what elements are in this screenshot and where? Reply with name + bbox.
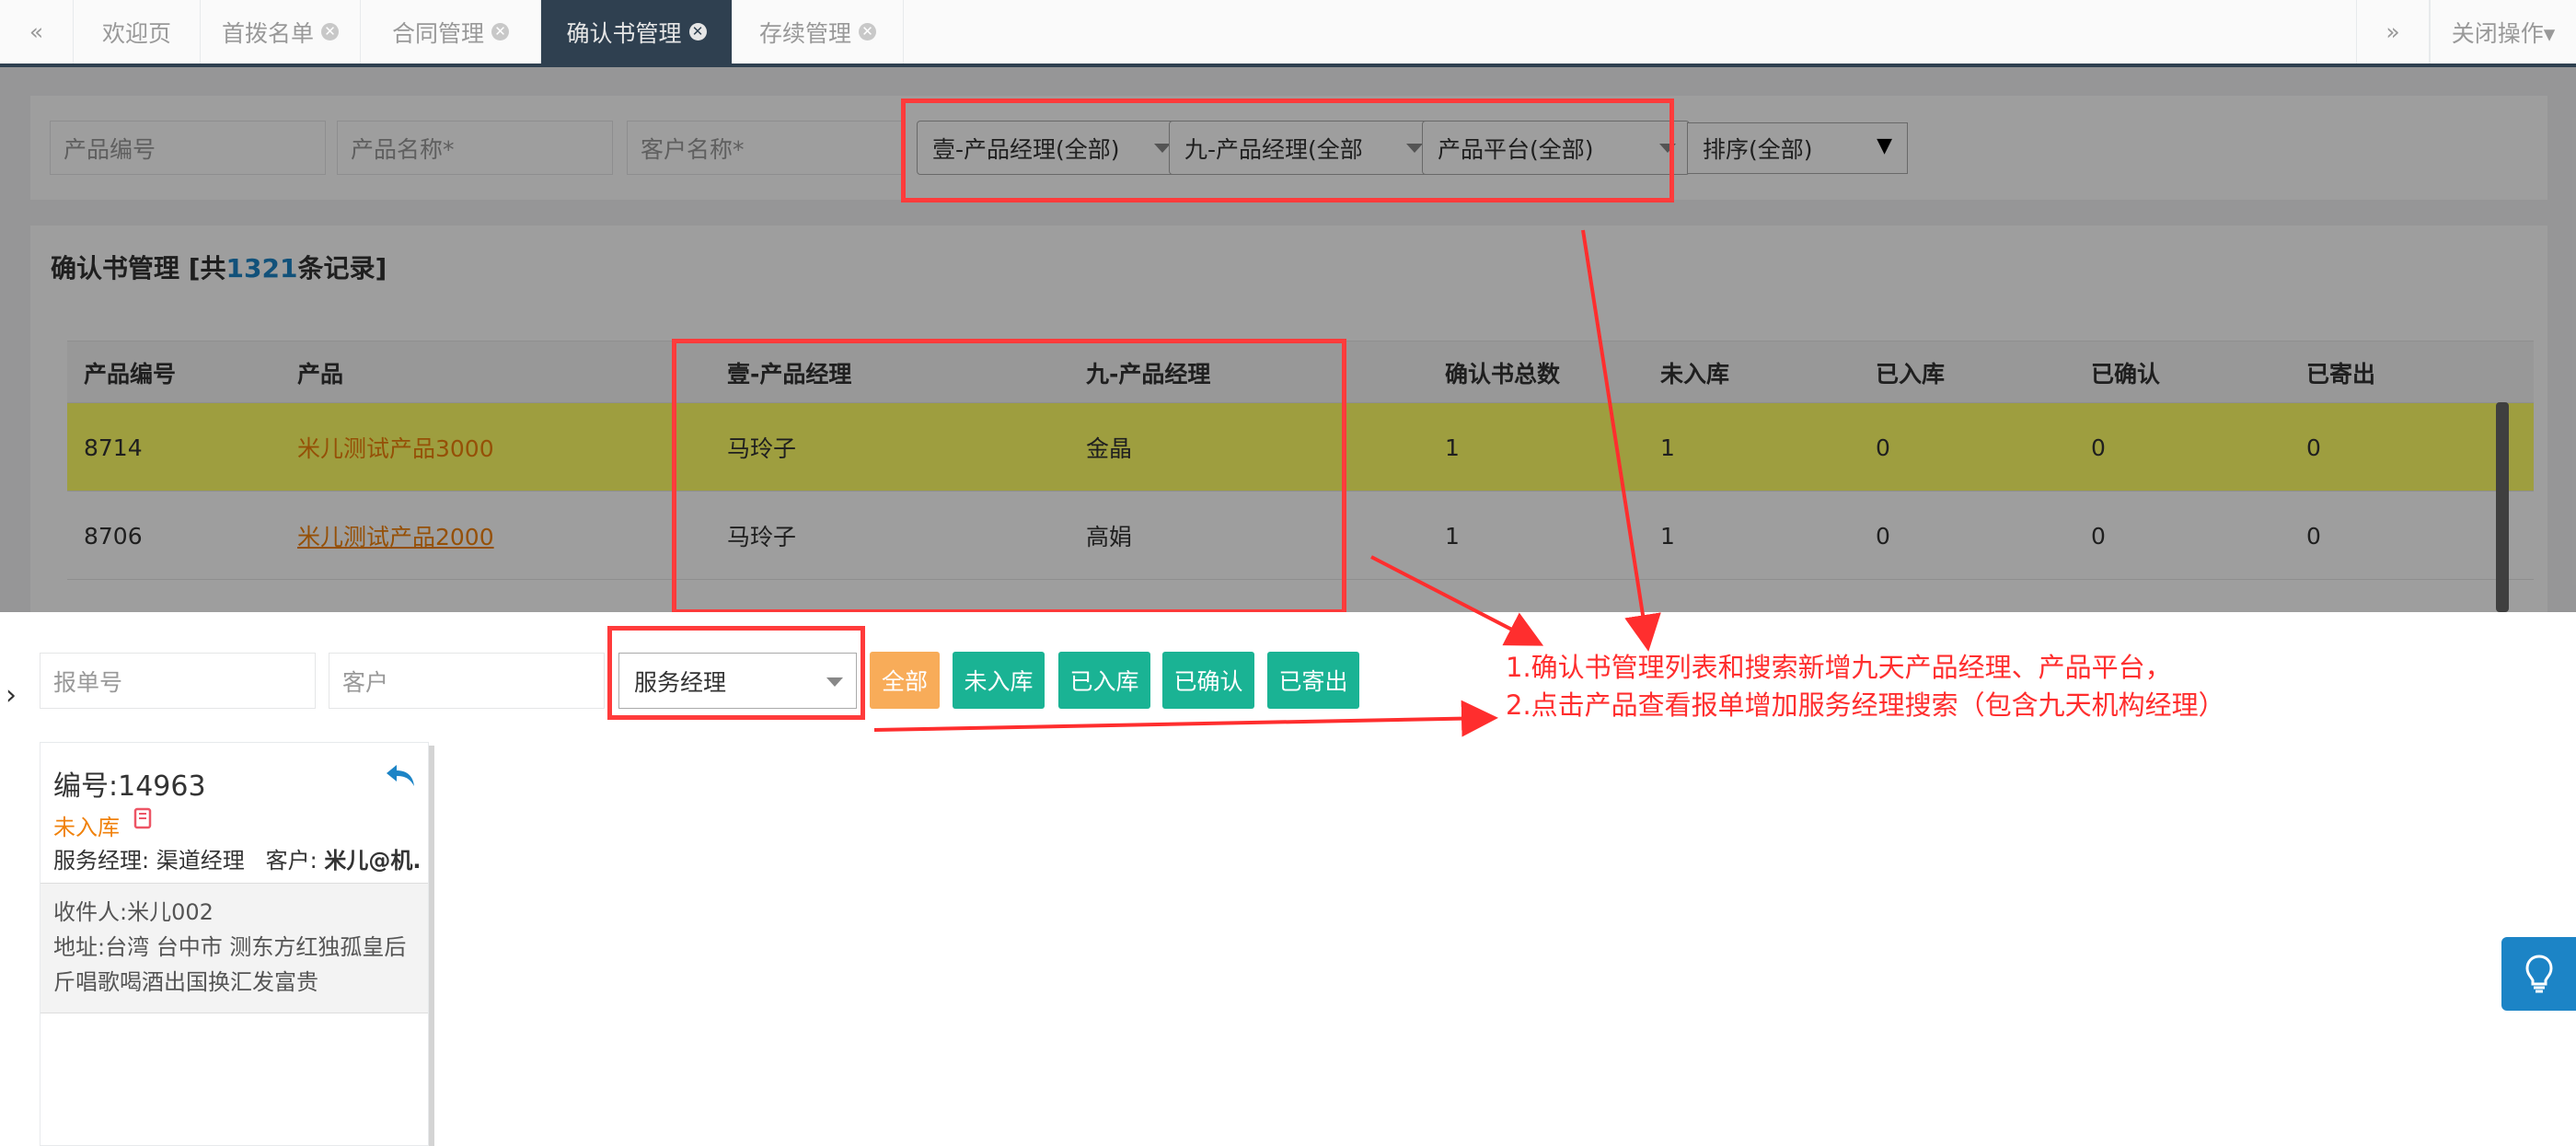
- table-row[interactable]: 8706 米儿测试产品2000 马玲子 高娟 1 1 0 0 0: [67, 492, 2534, 580]
- product-code-input[interactable]: 产品编号: [50, 121, 326, 175]
- service-manager-select[interactable]: 服务经理: [618, 653, 857, 709]
- tab-duration-management[interactable]: 存续管理 ✕: [733, 0, 904, 64]
- order-number: 编号:14963: [53, 770, 206, 803]
- table-scrollbar[interactable]: [2496, 402, 2509, 612]
- shipping-info: 收件人:米儿002 地址:台湾 台中市 测东方红独孤皇后斤唱歌喝酒出国换汇发富贵: [40, 883, 428, 1013]
- customer-input[interactable]: 客户: [329, 653, 605, 709]
- column-header[interactable]: 产品编号: [84, 341, 176, 404]
- close-icon[interactable]: ✕: [321, 23, 339, 41]
- tab-label: 首拨名单: [221, 19, 314, 47]
- tab-confirmation-management[interactable]: 确认书管理 ✕: [541, 0, 733, 64]
- column-header[interactable]: 壹-产品经理: [727, 341, 851, 404]
- order-number-input[interactable]: 报单号: [40, 653, 316, 709]
- cell-manager-jiu: 金晶: [1086, 435, 1133, 462]
- cell-product-code: 8714: [84, 434, 143, 461]
- panel-title: 确认书管理 [共1321条记录]: [51, 253, 387, 284]
- confirmation-panel: 确认书管理 [共1321条记录] 产品编号 产品 壹-产品经理 九-产品经理 确…: [30, 226, 2547, 612]
- close-icon[interactable]: ✕: [859, 23, 876, 41]
- product-name-input[interactable]: 产品名称*: [337, 121, 613, 175]
- sort-select[interactable]: 排序(全部) ▼: [1687, 122, 1908, 174]
- order-card[interactable]: 编号:14963 未入库 服务经理: 渠道经理 客户: 米儿@机.. 收件人:米…: [40, 742, 429, 1146]
- manager-yi-select[interactable]: 壹-产品经理(全部): [917, 121, 1184, 175]
- reply-arrow-icon[interactable]: [385, 761, 416, 798]
- cell-total: 1: [1445, 434, 1460, 461]
- cell-not-stored: 1: [1660, 434, 1675, 461]
- address: 地址:台湾 台中市 测东方红独孤皇后斤唱歌喝酒出国换汇发富贵: [53, 934, 407, 995]
- recipient: 收件人:米儿002: [53, 899, 214, 925]
- column-header[interactable]: 已寄出: [2306, 341, 2375, 404]
- cell-sent: 0: [2306, 434, 2321, 461]
- chevron-right-icon[interactable]: ›: [6, 679, 17, 712]
- filter-all-button[interactable]: 全部: [870, 652, 940, 709]
- record-count: 1321: [225, 253, 298, 284]
- tab-scroll-left-button[interactable]: «: [0, 0, 74, 64]
- order-meta: 服务经理: 渠道经理 客户: 米儿@机..: [53, 842, 422, 874]
- tab-bar: « 欢迎页 首拨名单 ✕ 合同管理 ✕ 确认书管理 ✕ 存续管理 ✕ » 关闭操作▾: [0, 0, 2576, 67]
- cell-stored: 0: [1876, 434, 1890, 461]
- column-header[interactable]: 已确认: [2091, 341, 2160, 404]
- annotation-note: 1.确认书管理列表和搜索新增九天产品经理、产品平台， 2.点击产品查看报单增加服…: [1506, 649, 2225, 724]
- cell-stored: 0: [1876, 522, 1890, 550]
- filter-not-stored-button[interactable]: 未入库: [953, 652, 1045, 709]
- close-icon[interactable]: ✕: [688, 23, 707, 41]
- cell-total: 1: [1445, 522, 1460, 550]
- cell-product-code: 8706: [84, 522, 143, 550]
- cell-confirmed: 0: [2091, 434, 2106, 461]
- filter-confirmed-button[interactable]: 已确认: [1162, 652, 1254, 709]
- caret-down-icon: [1659, 144, 1676, 153]
- manager-jiu-select[interactable]: 九-产品经理(全部: [1169, 121, 1437, 175]
- lightbulb-icon[interactable]: [2501, 937, 2576, 1011]
- close-operations-dropdown[interactable]: 关闭操作▾: [2430, 0, 2576, 64]
- cell-manager-yi: 马玲子: [727, 524, 797, 550]
- annotation-line: 2.点击产品查看报单增加服务经理搜索（包含九天机构经理）: [1506, 689, 2225, 721]
- annotation-line: 1.确认书管理列表和搜索新增九天产品经理、产品平台，: [1506, 652, 2172, 683]
- status-badge: 未入库: [53, 815, 120, 840]
- column-header[interactable]: 已入库: [1876, 341, 1945, 404]
- card-scrollbar: [429, 746, 434, 1146]
- tab-label: 合同管理: [391, 19, 484, 47]
- column-header[interactable]: 九-产品经理: [1086, 341, 1210, 404]
- tab-label: 存续管理: [758, 19, 851, 47]
- customer-name-input[interactable]: 客户名称*: [627, 121, 903, 175]
- caret-down-icon: [1406, 144, 1423, 153]
- caret-down-icon: ▼: [1877, 134, 1892, 157]
- filter-sent-button[interactable]: 已寄出: [1267, 652, 1359, 709]
- tab-welcome[interactable]: 欢迎页: [74, 0, 201, 64]
- close-icon[interactable]: ✕: [491, 23, 509, 41]
- tab-scroll-right-button[interactable]: »: [2356, 0, 2430, 64]
- book-icon: [133, 807, 153, 835]
- customer-name: 米儿@机..: [324, 848, 422, 874]
- cell-not-stored: 1: [1660, 522, 1675, 550]
- table-header: 产品编号 产品 壹-产品经理 九-产品经理 确认书总数 未入库 已入库 已确认 …: [67, 341, 2534, 403]
- column-header[interactable]: 确认书总数: [1445, 341, 1560, 404]
- search-filter-bar: 产品编号 产品名称* 客户名称* 壹-产品经理(全部) 九-产品经理(全部 产品…: [30, 96, 2547, 200]
- tab-label: 确认书管理: [566, 19, 682, 47]
- product-platform-select[interactable]: 产品平台(全部): [1422, 121, 1690, 175]
- cell-confirmed: 0: [2091, 522, 2106, 550]
- cell-product-link[interactable]: 米儿测试产品2000: [297, 492, 494, 580]
- tab-label: 欢迎页: [101, 19, 171, 47]
- tab-first-call-list[interactable]: 首拨名单 ✕: [201, 0, 361, 64]
- tab-contract-management[interactable]: 合同管理 ✕: [361, 0, 541, 64]
- caret-down-icon: [826, 677, 843, 687]
- column-header[interactable]: 未入库: [1660, 341, 1729, 404]
- table-row[interactable]: 8714 米儿测试产品3000 马玲子 金晶 1 1 0 0 0: [67, 403, 2534, 492]
- column-header[interactable]: 产品: [297, 341, 343, 404]
- cell-sent: 0: [2306, 522, 2321, 550]
- filter-stored-button[interactable]: 已入库: [1058, 652, 1150, 709]
- cell-manager-yi: 马玲子: [727, 435, 797, 462]
- cell-product-link[interactable]: 米儿测试产品3000: [297, 403, 494, 492]
- cell-manager-jiu: 高娟: [1086, 524, 1133, 550]
